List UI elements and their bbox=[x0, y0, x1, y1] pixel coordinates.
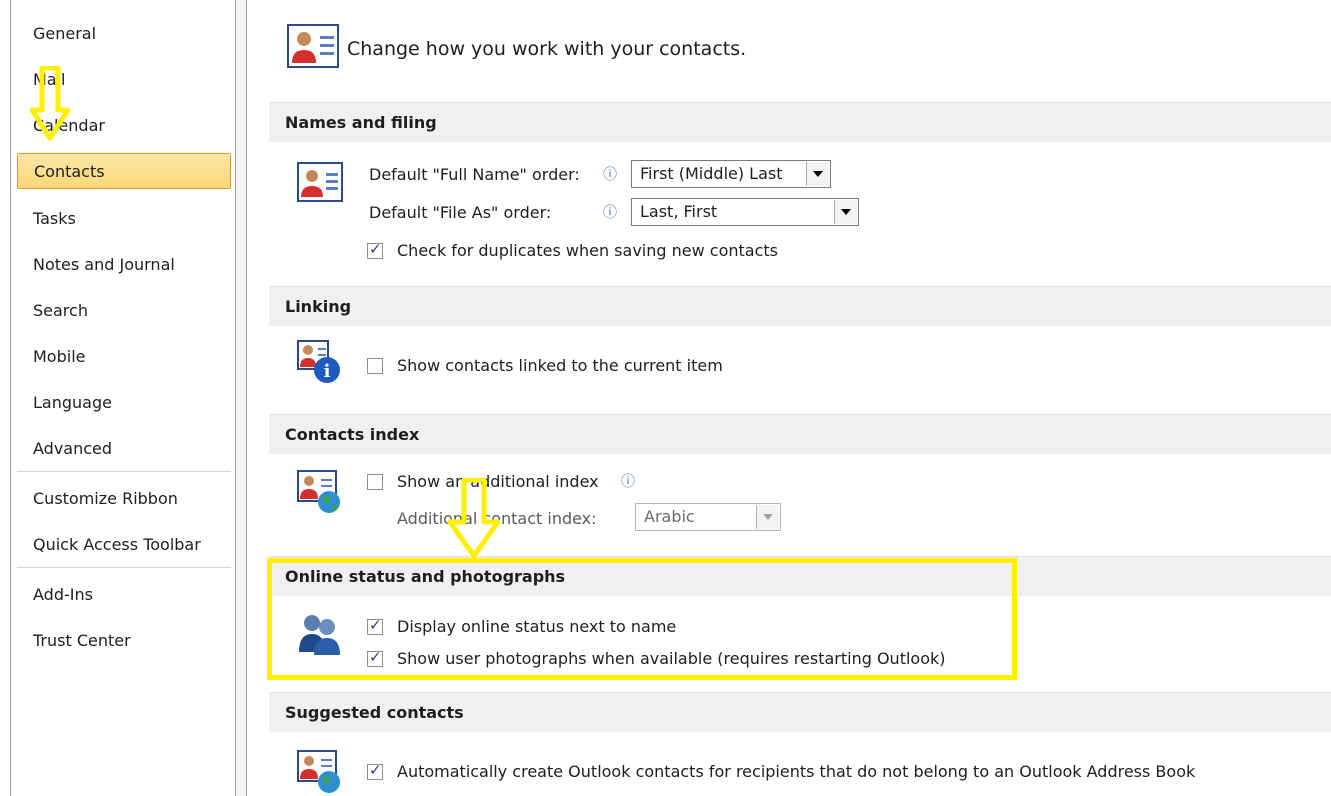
contact-card-icon bbox=[297, 162, 343, 202]
sidebar-item-mobile[interactable]: Mobile bbox=[17, 339, 231, 375]
chevron-down-icon[interactable] bbox=[806, 162, 829, 186]
svg-text:i: i bbox=[324, 361, 331, 382]
full-name-order-label: Default "Full Name" order: bbox=[369, 165, 580, 184]
section-header-linking: Linking bbox=[269, 286, 1331, 326]
show-additional-index-label[interactable]: Show an additional index bbox=[397, 469, 599, 495]
file-as-order-label: Default "File As" order: bbox=[369, 203, 552, 222]
info-icon[interactable]: ⓘ bbox=[621, 469, 635, 495]
full-name-order-value: First (Middle) Last bbox=[640, 164, 783, 183]
sidebar-item-mail[interactable]: Mail bbox=[17, 62, 231, 98]
show-user-photographs-label[interactable]: Show user photographs when available (re… bbox=[397, 646, 946, 672]
check-duplicates-label[interactable]: Check for duplicates when saving new con… bbox=[397, 238, 778, 264]
file-as-order-select[interactable]: Last, First bbox=[631, 198, 859, 226]
show-linked-contacts-label[interactable]: Show contacts linked to the current item bbox=[397, 353, 723, 379]
sidebar-item-tasks[interactable]: Tasks bbox=[17, 201, 231, 237]
sidebar-item-notes-and-journal[interactable]: Notes and Journal bbox=[17, 247, 231, 283]
sidebar-item-contacts[interactable]: Contacts bbox=[17, 153, 231, 189]
auto-create-contacts-label[interactable]: Automatically create Outlook contacts fo… bbox=[397, 759, 1195, 785]
display-online-status-label[interactable]: Display online status next to name bbox=[397, 614, 676, 640]
display-online-status-checkbox[interactable] bbox=[367, 616, 383, 635]
show-additional-index-checkbox[interactable] bbox=[367, 474, 383, 490]
additional-contact-index-label: Additional contact index: bbox=[397, 509, 597, 528]
sidebar-item-add-ins[interactable]: Add-Ins bbox=[17, 577, 231, 613]
sidebar-item-search[interactable]: Search bbox=[17, 293, 231, 329]
section-header-online-status-and-photographs: Online status and photographs bbox=[269, 556, 1331, 596]
full-name-order-select[interactable]: First (Middle) Last bbox=[631, 160, 831, 188]
contact-card-icon bbox=[287, 24, 339, 68]
info-icon[interactable]: ⓘ bbox=[603, 162, 617, 188]
chevron-down-icon[interactable] bbox=[756, 505, 779, 529]
sidebar-divider bbox=[17, 567, 231, 568]
auto-create-contacts-checkbox[interactable] bbox=[367, 761, 383, 780]
section-header-names-and-filing: Names and filing bbox=[269, 102, 1331, 142]
sidebar-divider bbox=[17, 471, 231, 472]
people-icon bbox=[299, 615, 340, 655]
sidebar-item-calendar[interactable]: Calendar bbox=[17, 108, 231, 144]
section-header-contacts-index: Contacts index bbox=[269, 414, 1331, 454]
contacts-options-pane: Change how you work with your contacts. … bbox=[247, 0, 1331, 796]
show-linked-contacts-checkbox[interactable] bbox=[367, 358, 383, 374]
page-title: Change how you work with your contacts. bbox=[347, 38, 747, 60]
sidebar-item-customize-ribbon[interactable]: Customize Ribbon bbox=[17, 481, 231, 517]
additional-contact-index-select[interactable]: Arabic bbox=[635, 503, 781, 531]
sidebar-item-language[interactable]: Language bbox=[17, 385, 231, 421]
info-icon[interactable]: ⓘ bbox=[603, 200, 617, 226]
chevron-down-icon[interactable] bbox=[834, 200, 857, 224]
section-header-suggested-contacts: Suggested contacts bbox=[269, 692, 1331, 732]
sidebar-item-quick-access-toolbar[interactable]: Quick Access Toolbar bbox=[17, 527, 231, 563]
file-as-order-value: Last, First bbox=[640, 202, 718, 221]
sidebar-item-general[interactable]: General bbox=[17, 16, 231, 52]
sidebar-item-trust-center[interactable]: Trust Center bbox=[17, 623, 231, 659]
contact-globe-icon bbox=[297, 750, 340, 793]
check-duplicates-checkbox[interactable] bbox=[367, 240, 383, 259]
pane-divider bbox=[236, 0, 247, 796]
contact-info-icon: i bbox=[297, 340, 340, 383]
contact-globe-icon bbox=[297, 470, 340, 513]
show-user-photographs-checkbox[interactable] bbox=[367, 648, 383, 667]
additional-contact-index-value: Arabic bbox=[644, 507, 695, 526]
options-sidebar: General Mail Calendar Contacts Tasks Not… bbox=[10, 0, 236, 796]
sidebar-item-advanced[interactable]: Advanced bbox=[17, 431, 231, 467]
